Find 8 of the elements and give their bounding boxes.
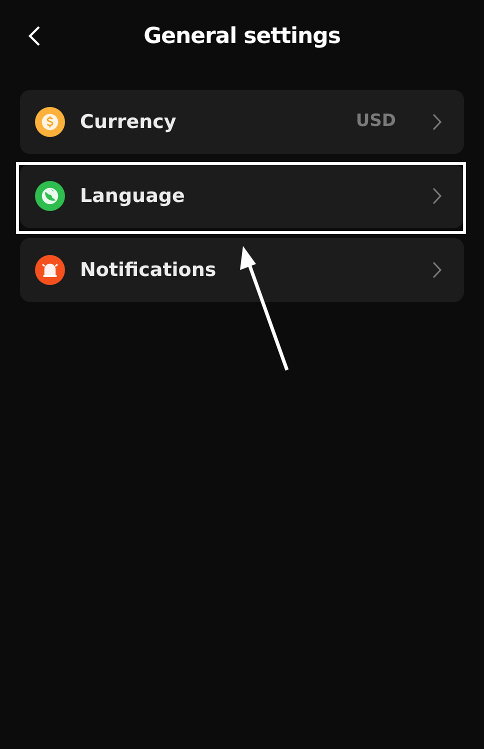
row-label: Language bbox=[80, 184, 186, 209]
settings-row[interactable]: Language bbox=[20, 164, 464, 228]
row-value: USD bbox=[356, 110, 396, 134]
settings-row[interactable]: Currency USD bbox=[20, 90, 464, 154]
row-label: Notifications bbox=[80, 258, 218, 283]
row-label: Currency bbox=[80, 110, 178, 135]
settings-row[interactable]: Notifications bbox=[20, 238, 464, 302]
page-title: General settings bbox=[144, 22, 340, 50]
